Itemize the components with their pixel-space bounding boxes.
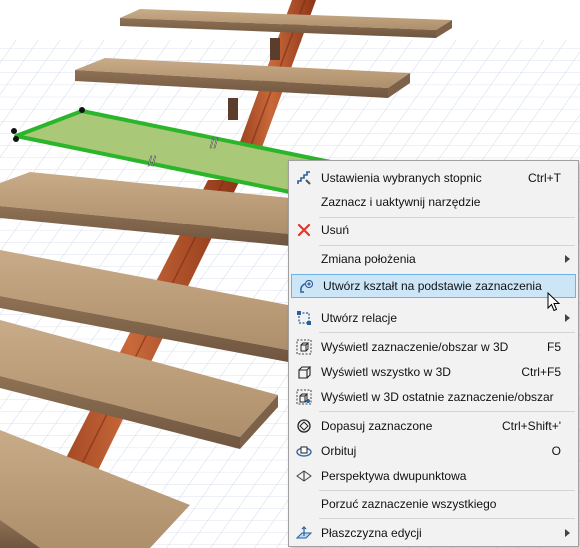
menu-separator	[319, 411, 575, 412]
menu-item-two-point-perspective[interactable]: Perspektywa dwupunktowa	[290, 464, 577, 488]
menu-separator	[319, 332, 575, 333]
menu-separator	[319, 518, 575, 519]
menu-item-stair-settings[interactable]: Ustawienia wybranych stopnic Ctrl+T	[290, 166, 577, 190]
svg-text://: //	[210, 135, 218, 151]
menu-item-show-last-3d[interactable]: Wyświetl w 3D ostatnie zaznaczenie/obsza…	[290, 385, 577, 409]
tread-support	[228, 98, 238, 120]
create-relation-icon	[296, 310, 312, 326]
show-last-3d-icon	[296, 389, 312, 405]
tread-support	[270, 38, 280, 60]
menu-item-delete[interactable]: Usuń	[290, 218, 577, 242]
mouse-cursor-icon	[547, 292, 561, 312]
menu-item-editing-plane[interactable]: Płaszczyzna edycji	[290, 521, 577, 545]
menu-item-deselect-all[interactable]: Porzuć zaznaczenie wszystkiego	[290, 492, 577, 516]
submenu-arrow-icon	[565, 255, 570, 263]
stair-settings-icon	[296, 170, 312, 186]
menu-item-show-selection-3d[interactable]: Wyświetl zaznaczenie/obszar w 3D F5	[290, 335, 577, 359]
fit-selected-icon	[296, 418, 312, 434]
menu-item-select-activate-tool[interactable]: Zaznacz i uaktywnij narzędzie	[290, 190, 577, 214]
svg-text://: //	[148, 153, 156, 169]
context-menu: Ustawienia wybranych stopnic Ctrl+T Zazn…	[288, 160, 579, 547]
menu-item-create-shape-from-selection[interactable]: Utwórz kształt na podstawie zaznaczenia	[291, 274, 576, 298]
two-point-perspective-icon	[296, 468, 312, 484]
show-selection-3d-icon	[296, 339, 312, 355]
delete-x-icon	[296, 222, 312, 238]
menu-item-fit-selected[interactable]: Dopasuj zaznaczone Ctrl+Shift+'	[290, 414, 577, 438]
submenu-arrow-icon	[565, 529, 570, 537]
menu-item-create-relations[interactable]: Utwórz relacje	[290, 306, 577, 330]
menu-separator	[319, 490, 575, 491]
menu-item-orbit[interactable]: Orbituj O	[290, 439, 577, 463]
orbit-icon	[296, 443, 312, 459]
menu-separator	[319, 245, 575, 246]
editing-plane-icon	[296, 525, 312, 541]
menu-item-show-all-3d[interactable]: Wyświetl wszystko w 3D Ctrl+F5	[290, 360, 577, 384]
submenu-arrow-icon	[565, 314, 570, 322]
menu-item-change-position[interactable]: Zmiana położenia	[290, 247, 577, 271]
create-shape-icon	[298, 279, 314, 295]
show-all-3d-icon	[296, 364, 312, 380]
